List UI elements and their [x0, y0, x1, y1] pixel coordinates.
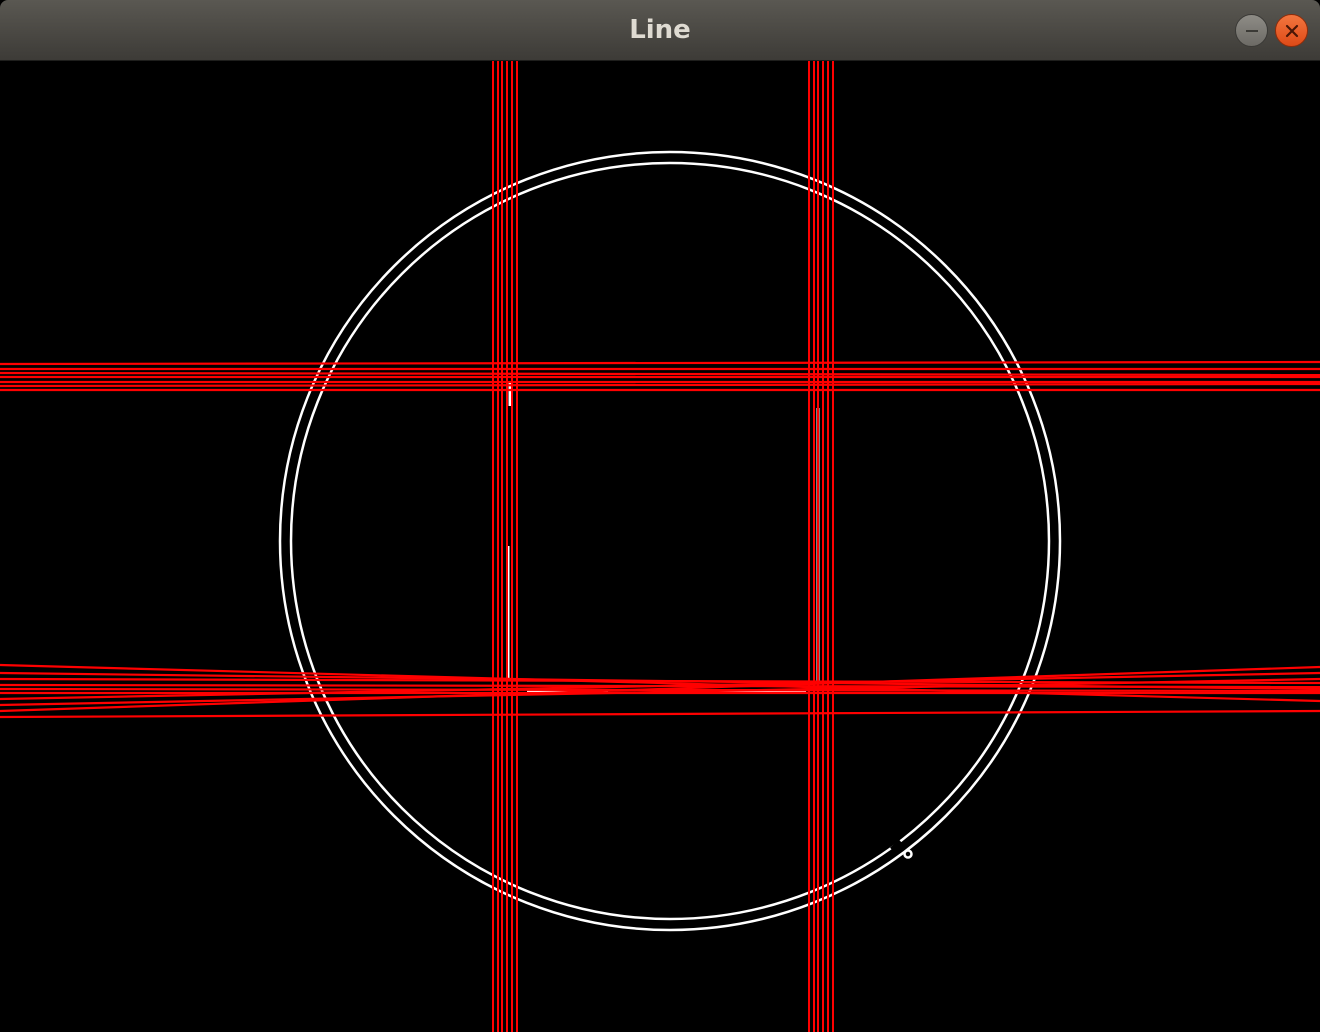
title-bar[interactable]: Line — [0, 0, 1320, 61]
image-background — [0, 61, 1320, 1032]
close-icon — [1285, 24, 1298, 37]
minimize-icon — [1245, 29, 1258, 32]
minimize-button[interactable] — [1235, 14, 1268, 47]
image-canvas — [0, 61, 1320, 1032]
window-title: Line — [629, 15, 691, 45]
close-button[interactable] — [1275, 14, 1308, 47]
app-window: Line — [0, 0, 1320, 1032]
contour-gap — [890, 839, 905, 855]
detection-image — [0, 61, 1320, 1032]
